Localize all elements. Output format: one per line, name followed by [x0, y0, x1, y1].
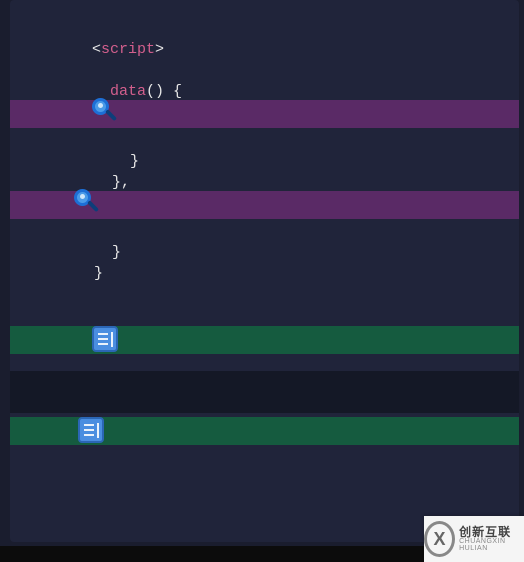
highlight-bar — [10, 100, 519, 128]
dark-gap-bar — [10, 371, 519, 413]
watermark-logo: X 创新互联 CHUANGXIN HULIAN — [424, 516, 524, 562]
watermark-glyph: X — [424, 521, 455, 557]
brace-close: } — [94, 265, 103, 282]
search-icon[interactable] — [72, 189, 102, 219]
list-icon[interactable] — [78, 417, 104, 443]
code-area[interactable]: <script> data() { return { } }, methods:… — [10, 0, 519, 542]
watermark-text-en: CHUANGXIN HULIAN — [459, 538, 524, 552]
highlight-bar — [10, 326, 519, 354]
search-icon[interactable] — [90, 98, 120, 128]
watermark-text-cn: 创新互联 — [459, 526, 524, 538]
code-line: } — [10, 130, 519, 151]
code-line: } — [10, 242, 519, 263]
code-line: <script> — [10, 18, 519, 39]
code-line: }, — [10, 151, 519, 172]
code-line: return { — [10, 81, 519, 102]
code-line: } — [10, 221, 519, 242]
code-editor-pane: <script> data() { return { } }, methods:… — [0, 0, 524, 562]
code-line-blank — [10, 39, 519, 60]
list-icon[interactable] — [92, 326, 118, 352]
code-line: data() { — [10, 60, 519, 81]
